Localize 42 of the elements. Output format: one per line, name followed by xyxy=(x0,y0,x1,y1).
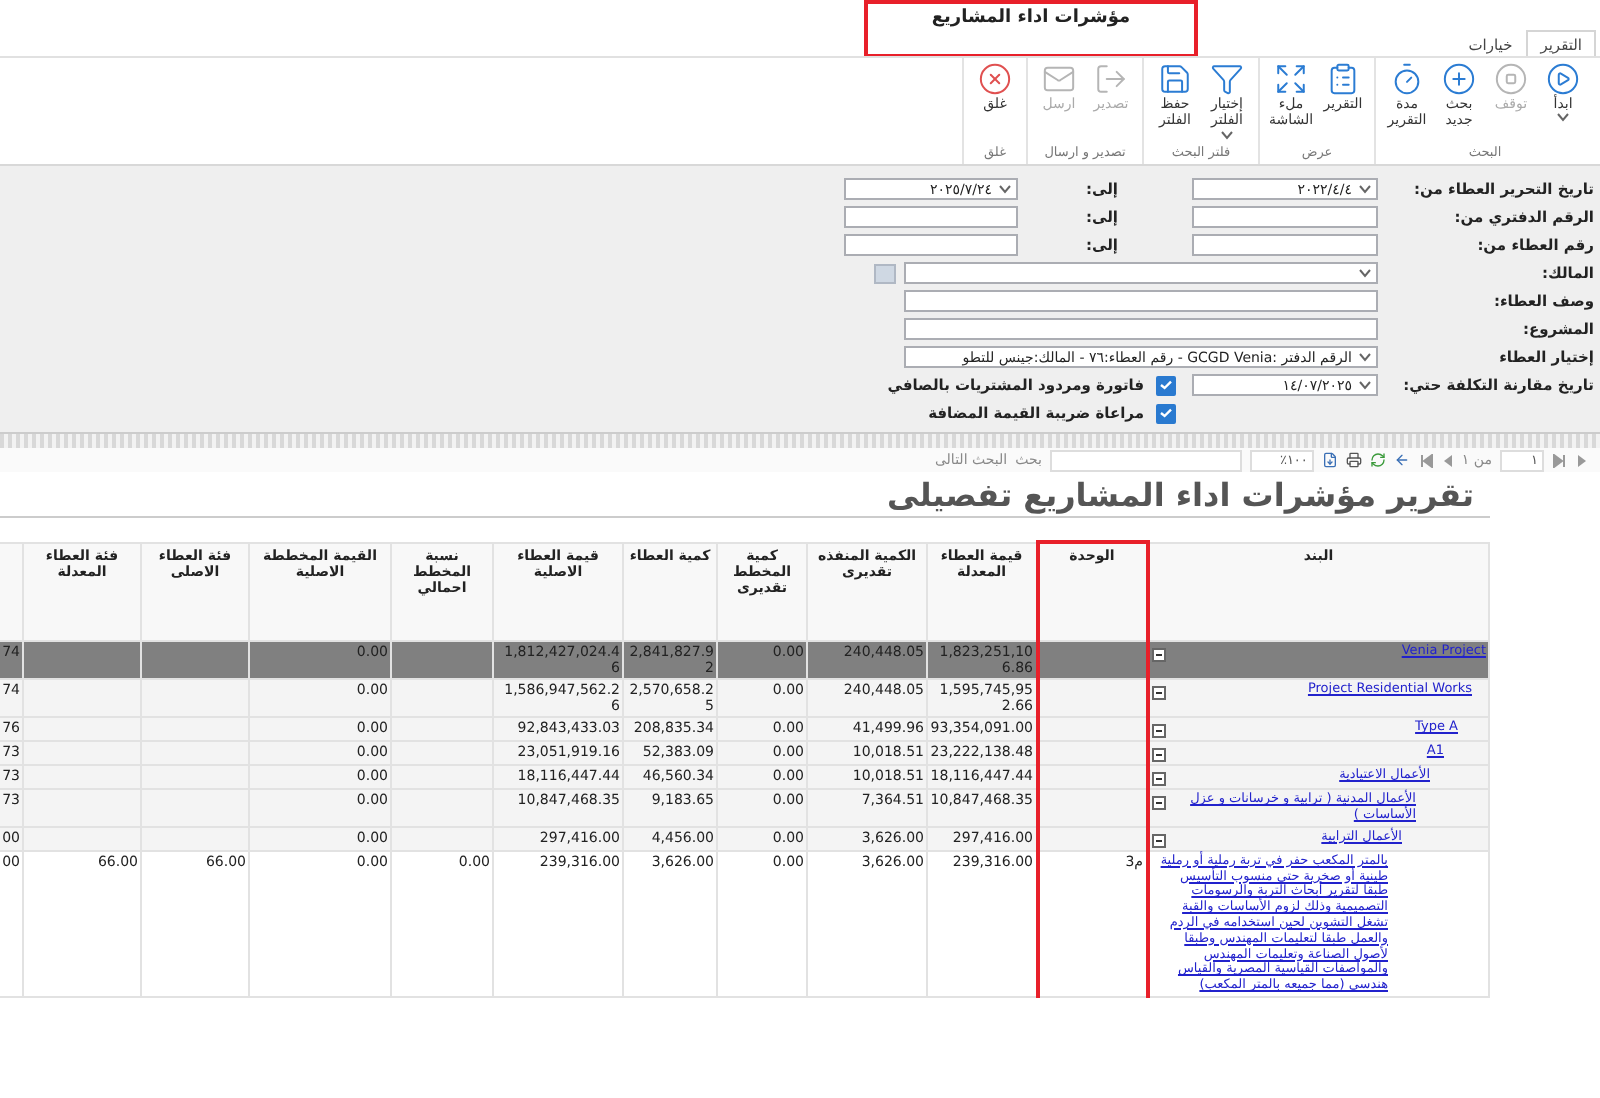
input-field[interactable] xyxy=(844,206,1018,228)
collapse-icon[interactable] xyxy=(1151,796,1165,811)
collapse-icon[interactable] xyxy=(1151,772,1165,787)
export-icon[interactable] xyxy=(1321,452,1338,468)
search-field[interactable] xyxy=(1049,449,1242,471)
export-icon xyxy=(1094,62,1128,96)
filter-icon xyxy=(1210,62,1244,96)
checkbox[interactable] xyxy=(1156,403,1176,423)
collapse-icon[interactable] xyxy=(1151,686,1165,701)
input-field[interactable] xyxy=(904,318,1378,340)
collapse-icon[interactable] xyxy=(1151,833,1165,848)
checkbox[interactable] xyxy=(1156,375,1176,395)
collapse-icon[interactable] xyxy=(1151,648,1165,662)
window-title: مؤشرات اداء المشاريع xyxy=(864,0,1198,58)
previous-page-icon[interactable] xyxy=(1441,453,1454,467)
dropdown-field[interactable] xyxy=(904,262,1378,284)
refresh-icon[interactable] xyxy=(1369,452,1386,468)
mail-icon xyxy=(1042,62,1076,96)
back-icon[interactable] xyxy=(1393,452,1410,468)
next-page-icon[interactable] xyxy=(1576,453,1588,467)
close-icon xyxy=(978,62,1012,96)
plus-icon xyxy=(1442,62,1476,96)
table-cell xyxy=(141,826,249,851)
play-icon xyxy=(1546,62,1580,96)
stop-icon xyxy=(1494,62,1528,96)
expand-icon xyxy=(1274,62,1308,96)
collapse-icon[interactable] xyxy=(1151,724,1165,739)
save-icon xyxy=(1158,62,1192,96)
table-cell xyxy=(23,826,141,851)
report-title: تقرير مؤشرات اداء المشاريع تفصيلى xyxy=(0,472,1490,518)
lookup-button[interactable] xyxy=(874,263,896,283)
input-field[interactable] xyxy=(1192,206,1378,228)
input-field[interactable] xyxy=(904,290,1378,312)
input-field[interactable] xyxy=(1192,234,1378,256)
clipboard-icon xyxy=(1326,62,1360,96)
timer-icon xyxy=(1390,62,1424,96)
first-page-icon[interactable] xyxy=(1417,453,1434,467)
print-icon[interactable] xyxy=(1345,452,1362,468)
input-field[interactable] xyxy=(844,234,1018,256)
collapse-icon[interactable] xyxy=(1151,748,1165,763)
table-cell xyxy=(391,826,493,851)
last-page-icon[interactable] xyxy=(1552,453,1568,467)
